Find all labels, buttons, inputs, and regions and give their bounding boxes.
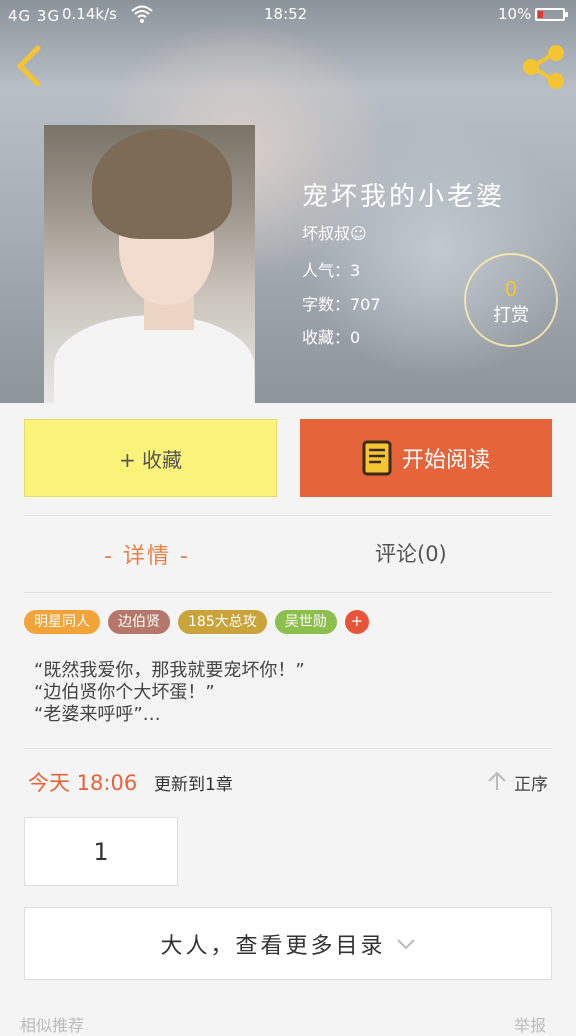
book-title: 宠坏我的小老婆 — [302, 182, 506, 212]
author-name[interactable]: 坏叔叔☺ — [302, 220, 367, 244]
battery-level — [538, 11, 543, 18]
clock: 18:52 — [264, 5, 308, 23]
synopsis-line: “既然我爱你，那我就要宠坏你！” — [34, 660, 305, 681]
start-reading-button[interactable]: 开始阅读 — [300, 419, 552, 497]
add-to-favorites-button[interactable]: + 收藏 — [24, 419, 277, 497]
reward-count: 0 — [504, 277, 518, 301]
signal-indicator: 4G 3G — [8, 7, 61, 25]
more-tags-button[interactable]: + — [344, 610, 369, 634]
similar-recommendations[interactable]: 相似推荐 — [20, 1012, 84, 1036]
word-count-stat: 字数：707 — [302, 295, 381, 314]
sort-order-button[interactable]: 正序 — [514, 770, 548, 795]
reward-label: 打赏 — [493, 305, 529, 326]
synopsis-line: “边伯贤你个大坏蛋！” — [34, 682, 215, 703]
favorites-button-label: + 收藏 — [118, 447, 183, 472]
battery-icon — [535, 8, 568, 21]
book-cover[interactable] — [44, 125, 255, 403]
tag-item[interactable]: 185大总攻 — [178, 610, 267, 634]
divider — [24, 515, 552, 516]
tab-comments[interactable]: 评论(0) — [375, 538, 447, 568]
start-reading-label: 开始阅读 — [401, 448, 490, 473]
reward-button[interactable]: 0 打赏 — [464, 253, 558, 347]
tab-details[interactable]: - 详情 - — [104, 538, 190, 570]
synopsis[interactable]: “既然我爱你，那我就要宠坏你！” “边伯贤你个大坏蛋！” “老婆来呼呼”… — [34, 660, 305, 726]
tag-item[interactable]: 边伯贤 — [108, 610, 170, 634]
back-button[interactable] — [12, 44, 48, 88]
popularity-stat: 人气：3 — [302, 261, 361, 280]
chapter-item[interactable]: 1 — [24, 817, 178, 886]
update-status: 更新到1章 — [154, 775, 233, 795]
chapter-number: 1 — [93, 837, 109, 866]
chevron-down-icon — [396, 938, 415, 949]
tag-item[interactable]: 明星同人 — [24, 610, 100, 634]
view-more-catalog-label: 大人，查看更多目录 — [160, 933, 386, 959]
view-more-catalog-button[interactable]: 大人，查看更多目录 — [24, 907, 552, 980]
tag-list: 明星同人 边伯贤 185大总攻 吴世勋 + — [24, 610, 369, 634]
status-bar: 4G 3G 0.14k/s 18:52 10% — [0, 0, 576, 30]
book-icon — [362, 440, 392, 476]
book-header: 4G 3G 0.14k/s 18:52 10% 宠坏我的小老婆 坏叔叔☺ 人气：… — [0, 0, 576, 403]
favorites-stat: 收藏：0 — [302, 328, 361, 347]
divider — [24, 748, 552, 749]
wifi-icon — [131, 5, 153, 23]
network-speed: 0.14k/s — [62, 5, 117, 23]
arrow-up-icon[interactable] — [486, 770, 508, 792]
battery-percent: 10% — [498, 5, 532, 23]
synopsis-line: “老婆来呼呼”… — [34, 704, 161, 725]
tag-item[interactable]: 吴世勋 — [274, 610, 337, 634]
divider — [24, 592, 552, 593]
share-button[interactable] — [518, 42, 568, 92]
update-time: 今天 18:06 — [28, 771, 138, 795]
report-link[interactable]: 举报 — [514, 1012, 546, 1036]
